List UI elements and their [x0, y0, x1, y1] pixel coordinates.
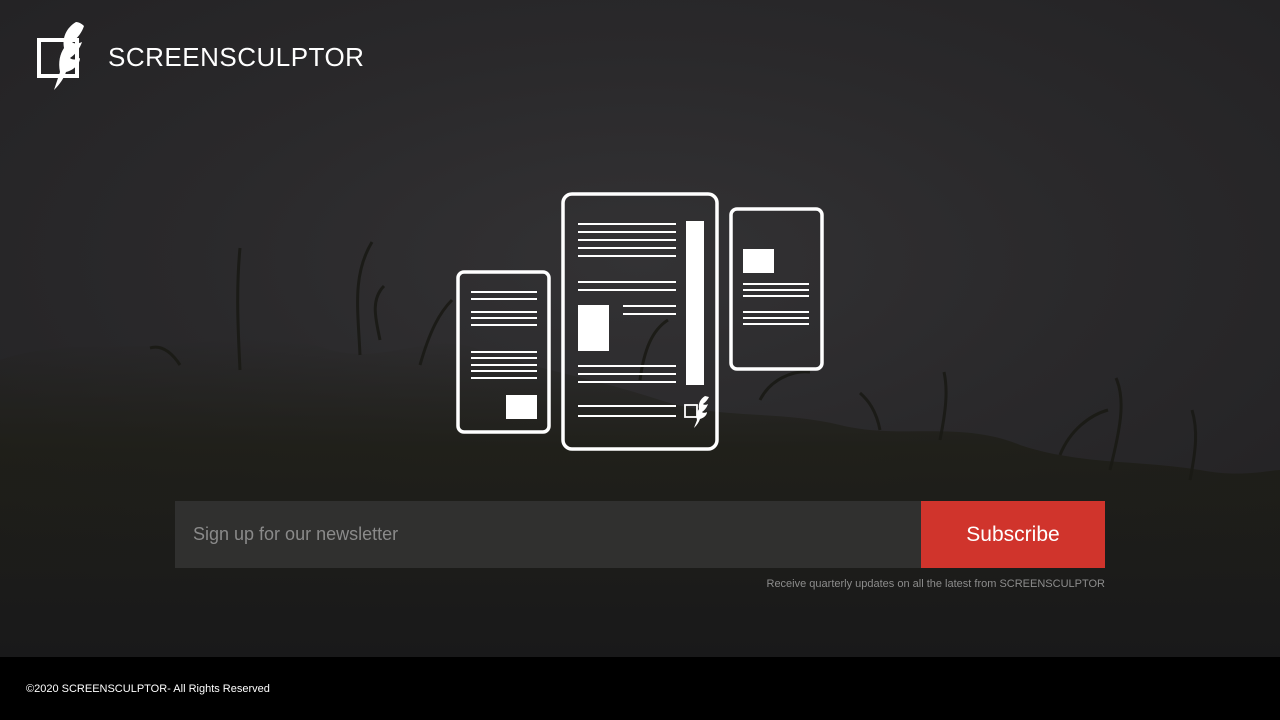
copyright-text: ©2020 SCREENSCULPTOR- All Rights Reserve… [26, 683, 270, 695]
brand[interactable]: SCREENSCULPTOR [36, 20, 364, 92]
responsive-devices-icon [456, 192, 824, 451]
feather-quill-logo-icon [37, 22, 84, 90]
newsletter-email-input[interactable] [175, 501, 921, 568]
subscribe-button[interactable]: Subscribe [921, 501, 1105, 568]
newsletter-note: Receive quarterly updates on all the lat… [766, 578, 1106, 590]
newsletter-signup-form: Subscribe [175, 501, 1105, 568]
brand-name: SCREENSCULPTOR [108, 41, 365, 72]
hero-section: SCREENSCULPTOR Sign up for our newslette… [0, 0, 1280, 657]
footer: ©2020 SCREENSCULPTOR- All Rights Reserve… [0, 657, 1280, 720]
